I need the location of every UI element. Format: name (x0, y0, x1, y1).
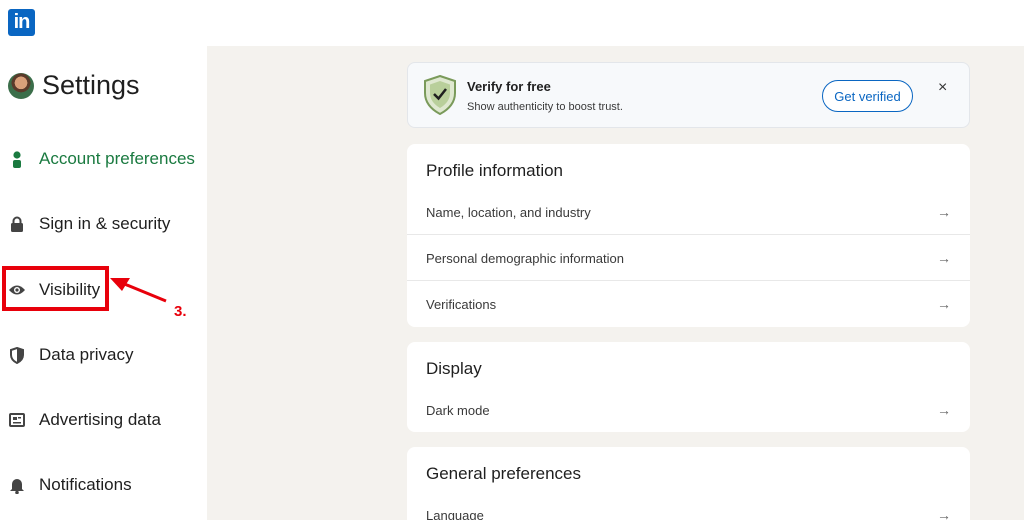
arrow-right-icon: → (937, 204, 951, 220)
sidebar-item-data-privacy[interactable]: Data privacy (8, 340, 133, 370)
arrow-right-icon: → (937, 507, 951, 520)
section-title: Profile information (426, 161, 564, 180)
sidebar-item-advertising-data[interactable]: Advertising data (8, 405, 161, 435)
arrow-right-icon: → (937, 296, 951, 312)
setting-row-language[interactable]: Language → (407, 492, 970, 520)
display-card: Display Dark mode → (407, 342, 970, 432)
section-title: General preferences (426, 464, 581, 483)
verify-title: Verify for free (467, 79, 551, 94)
sidebar-item-label: Advertising data (39, 410, 161, 429)
bell-icon (8, 476, 26, 494)
setting-row-dark-mode[interactable]: Dark mode → (407, 387, 970, 433)
shield-icon (8, 346, 26, 364)
sidebar-item-label: Sign in & security (39, 214, 171, 233)
settings-sidebar: Settings Account preferences Sign in & s… (0, 46, 207, 520)
annotation-arrow-icon (110, 278, 167, 303)
person-icon (8, 150, 26, 168)
linkedin-logo[interactable]: in (8, 9, 35, 36)
verify-banner: Verify for free Show authenticity to boo… (407, 62, 970, 128)
settings-main: Verify for free Show authenticity to boo… (207, 46, 1024, 520)
setting-row-name-location-industry[interactable]: Name, location, and industry → (407, 189, 970, 235)
annotation-highlight-box (2, 266, 109, 311)
lock-icon (8, 215, 26, 233)
sidebar-item-notifications[interactable]: Notifications (8, 470, 132, 500)
profile-information-card: Profile information Name, location, and … (407, 144, 970, 327)
sidebar-item-label: Account preferences (39, 149, 195, 168)
settings-header: Settings (8, 70, 140, 101)
arrow-right-icon: → (937, 402, 951, 418)
get-verified-button[interactable]: Get verified (822, 80, 913, 112)
general-preferences-card: General preferences Language → (407, 447, 970, 520)
verified-shield-icon (424, 75, 456, 115)
avatar[interactable] (8, 72, 34, 99)
sidebar-item-label: Notifications (39, 475, 132, 494)
setting-row-personal-demographic[interactable]: Personal demographic information → (407, 235, 970, 281)
annotation-step-label: 3. (174, 303, 187, 320)
sidebar-item-sign-in-security[interactable]: Sign in & security (8, 209, 170, 239)
top-bar: in (0, 0, 1024, 46)
sidebar-item-account-preferences[interactable]: Account preferences (8, 144, 195, 174)
section-title: Display (426, 359, 482, 378)
close-icon[interactable]: × (938, 79, 947, 97)
verify-subtitle: Show authenticity to boost trust. (467, 101, 623, 113)
page-title: Settings (42, 70, 140, 100)
newspaper-icon (8, 411, 26, 429)
arrow-right-icon: → (937, 250, 951, 266)
setting-row-verifications[interactable]: Verifications → (407, 281, 970, 327)
sidebar-item-label: Data privacy (39, 345, 134, 364)
